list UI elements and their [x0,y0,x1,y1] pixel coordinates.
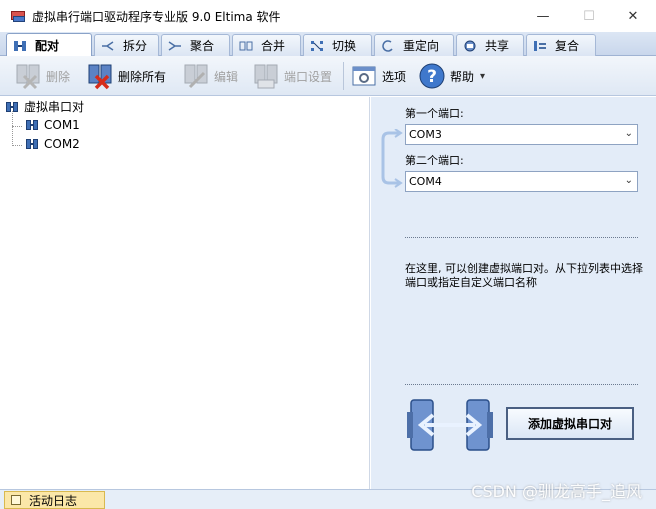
merge-icon [239,40,253,52]
port-pair-icon [25,118,39,132]
link-bracket-icon [381,129,403,188]
switch-icon [310,40,324,52]
port-tree: 虚拟串口对 COM1 COM2 [0,97,370,489]
split-icon [101,40,115,52]
port-pair-icon [25,137,39,151]
divider [405,237,638,238]
port-settings-button[interactable]: 端口设置 [252,59,332,93]
second-port-select[interactable]: COM4 ⌄ [405,171,638,192]
tree-item-com2[interactable]: COM2 [25,137,80,151]
delete-all-icon [86,62,114,90]
delete-button[interactable]: 删除 [14,59,70,93]
activity-log-tab[interactable]: 活动日志 [4,491,105,509]
tab-redirect[interactable]: 重定向 [374,34,454,56]
edit-button[interactable]: 编辑 [182,59,238,93]
app-icon [10,8,26,24]
tree-line [12,111,13,146]
log-icon [11,495,21,505]
first-port-label: 第一个端口: [405,107,464,120]
toolbar: 删除 删除所有 编辑 端口设置 选项 ? 帮助 ▾ [0,56,656,96]
redirect-icon [381,39,395,52]
title-bar: 虚拟串行端口驱动程序专业版 9.0 Eltima 软件 — ☐ ✕ [0,0,656,32]
minimize-button[interactable]: — [520,0,566,32]
chevron-down-icon: ⌄ [624,128,633,139]
watermark: CSDN @驯龙高手_追风 [471,482,642,501]
port-pair-icon [5,100,19,114]
options-button[interactable]: 选项 [350,59,406,93]
share-icon [463,40,477,52]
divider [405,384,638,385]
tab-aggregate[interactable]: 聚合 [161,34,230,56]
tree-item-com1[interactable]: COM1 [25,118,80,132]
chevron-down-icon: ⌄ [624,175,633,186]
tab-merge[interactable]: 合并 [232,34,301,56]
description-text: 在这里, 可以创建虚拟端口对。从下拉列表中选择端口或指定自定义端口名称 [405,262,643,289]
tab-split[interactable]: 拆分 [94,34,159,56]
tab-strip: 配对 拆分 聚合 合并 切换 重定向 共享 复合 [0,32,656,57]
options-icon [350,62,378,90]
svg-text:?: ? [427,67,437,87]
close-button[interactable]: ✕ [610,0,656,32]
tab-switch[interactable]: 切换 [303,34,372,56]
pair-icon [13,40,27,52]
tab-share[interactable]: 共享 [456,34,524,56]
delete-icon [14,62,42,90]
toolbar-separator [343,62,344,90]
delete-all-button[interactable]: 删除所有 [86,59,166,93]
port-settings-icon [252,62,280,90]
help-icon: ? [418,62,446,90]
composite-icon [533,40,547,52]
edit-icon [182,62,210,90]
chevron-down-icon[interactable]: ▾ [480,71,485,82]
aggregate-icon [168,40,182,52]
tree-line [12,126,22,127]
tree-root[interactable]: 虚拟串口对 [5,98,84,115]
second-port-label: 第二个端口: [405,154,464,167]
maximize-button[interactable]: ☐ [566,0,612,32]
window-title: 虚拟串行端口驱动程序专业版 9.0 Eltima 软件 [32,9,281,24]
help-button[interactable]: ? 帮助 ▾ [418,59,485,93]
first-port-select[interactable]: COM3 ⌄ [405,124,638,145]
add-port-pair-button[interactable]: 添加虚拟串口对 [506,407,634,440]
tree-line [12,145,22,146]
tab-pair[interactable]: 配对 [6,33,92,57]
virtual-port-pair-icon [407,399,493,451]
tab-composite[interactable]: 复合 [526,34,596,56]
pair-panel: 第一个端口: COM3 ⌄ 第二个端口: COM4 ⌄ 在这里, 可以创建虚拟端… [371,97,656,489]
